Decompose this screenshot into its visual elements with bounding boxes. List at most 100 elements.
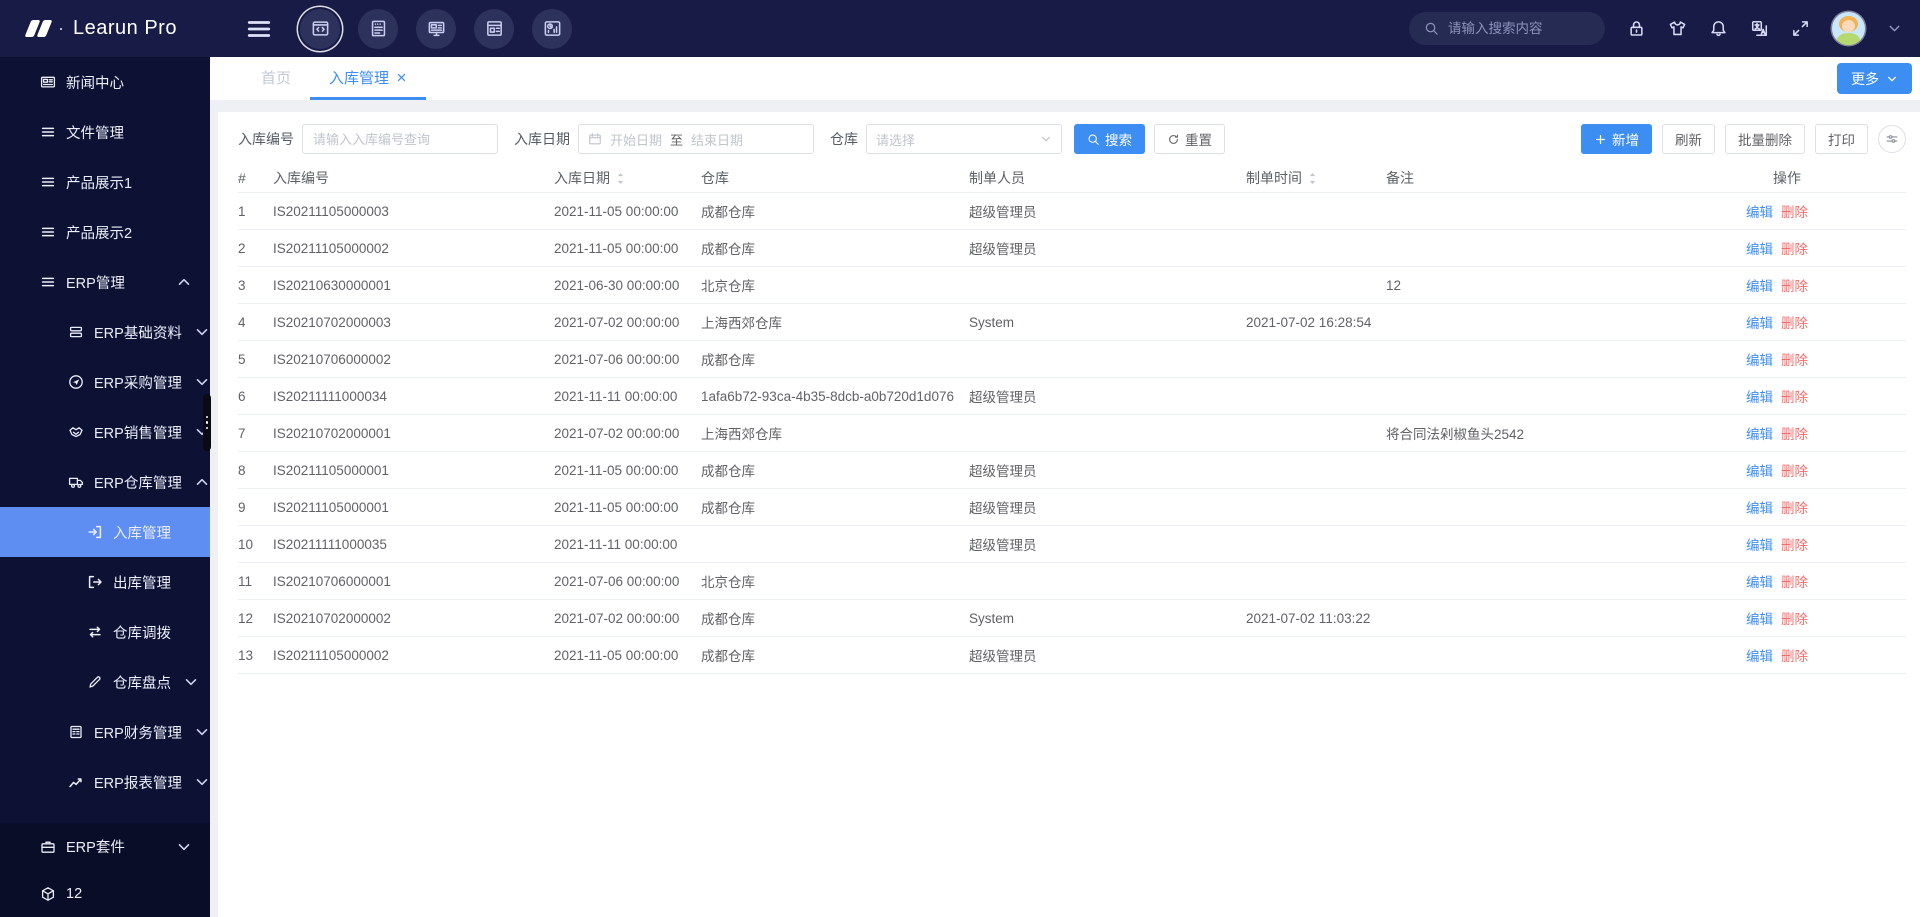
sidebar-item-产品展示2[interactable]: 产品展示2	[0, 207, 210, 257]
avatar[interactable]	[1832, 12, 1865, 45]
sidebar-item-文件管理[interactable]: 文件管理	[0, 107, 210, 157]
table-row: 8IS202111050000012021-11-05 00:00:00成都仓库…	[238, 452, 1906, 489]
sidebar-item-ERP销售管理[interactable]: ERP销售管理	[0, 407, 210, 457]
lock-icon[interactable]	[1627, 19, 1646, 38]
code-filter-input[interactable]	[302, 124, 498, 154]
edit-link[interactable]: 编辑	[1746, 386, 1773, 406]
warehouse: 成都仓库	[701, 460, 969, 480]
sidebar-item-新闻中心[interactable]: 新闻中心	[0, 57, 210, 107]
edit-link[interactable]: 编辑	[1746, 571, 1773, 591]
entry-date: 2021-07-06 00:00:00	[554, 352, 701, 367]
more-button[interactable]: 更多	[1837, 63, 1912, 94]
handshake-icon	[68, 424, 84, 440]
global-search[interactable]	[1409, 12, 1605, 45]
edit-link[interactable]: 编辑	[1746, 460, 1773, 480]
sidebar-item-ERP套件[interactable]: ERP套件	[0, 823, 210, 870]
sidebar-item-12[interactable]: 12	[0, 870, 210, 917]
print-button[interactable]: 打印	[1815, 124, 1868, 154]
edit-link[interactable]: 编辑	[1746, 312, 1773, 332]
sidebar-item-仓库调拨[interactable]: 仓库调拨	[0, 607, 210, 657]
warehouse-select-placeholder: 请选择	[876, 130, 915, 149]
sidebar-item-出库管理[interactable]: 出库管理	[0, 557, 210, 607]
global-search-input[interactable]	[1448, 21, 1588, 36]
delete-link[interactable]: 删除	[1781, 238, 1808, 258]
edit-link[interactable]: 编辑	[1746, 349, 1773, 369]
row-index: 7	[238, 426, 273, 441]
fullscreen-icon[interactable]	[1791, 19, 1810, 38]
delete-link[interactable]: 删除	[1781, 608, 1808, 628]
sidebar-item-ERP财务管理[interactable]: ERP财务管理	[0, 707, 210, 757]
creator: 超级管理员	[969, 238, 1246, 258]
delete-link[interactable]: 删除	[1781, 534, 1808, 554]
warehouse-select[interactable]: 请选择	[866, 124, 1062, 154]
refresh-button[interactable]: 刷新	[1662, 124, 1715, 154]
tab-inbound-management[interactable]: 入库管理	[310, 57, 426, 100]
edit-link[interactable]: 编辑	[1746, 238, 1773, 258]
reset-button[interactable]: 重置	[1154, 124, 1225, 154]
edit-link[interactable]: 编辑	[1746, 275, 1773, 295]
edit-link[interactable]: 编辑	[1746, 645, 1773, 665]
entry-code: IS20211105000003	[273, 204, 554, 219]
delete-link[interactable]: 删除	[1781, 423, 1808, 443]
app-button-app-chart[interactable]	[532, 9, 572, 49]
column-settings-button[interactable]	[1878, 125, 1906, 153]
truck-icon	[68, 474, 84, 490]
briefcase-icon	[40, 839, 56, 855]
app-button-app-code[interactable]	[300, 9, 340, 49]
translate-icon[interactable]	[1750, 19, 1769, 38]
delete-link[interactable]: 删除	[1781, 349, 1808, 369]
warehouse: 成都仓库	[701, 497, 969, 517]
sidebar-item-入库管理[interactable]: 入库管理	[0, 507, 210, 557]
entry-code: IS20210702000001	[273, 426, 554, 441]
content-panel: 入库编号 入库日期 开始日期 至 结束日期 仓库 请选择 搜索 重置	[218, 112, 1920, 917]
edit-link[interactable]: 编辑	[1746, 608, 1773, 628]
sidebar-item-ERP管理[interactable]: ERP管理	[0, 257, 210, 307]
tab-home[interactable]: 首页	[242, 57, 310, 100]
edit-link[interactable]: 编辑	[1746, 201, 1773, 221]
column-header-5[interactable]: 制单时间	[1246, 168, 1386, 188]
row-actions: 编辑删除	[1746, 201, 1906, 221]
add-button[interactable]: 新增	[1581, 124, 1652, 154]
sidebar-drag-handle[interactable]	[203, 394, 211, 451]
plane-icon	[68, 374, 84, 390]
chevron-down-icon	[194, 724, 210, 740]
app-button-app-monitor[interactable]	[416, 9, 456, 49]
delete-link[interactable]: 删除	[1781, 645, 1808, 665]
delete-link[interactable]: 删除	[1781, 201, 1808, 221]
chevron-down-icon[interactable]	[1887, 21, 1902, 36]
batch-delete-button[interactable]: 批量删除	[1725, 124, 1805, 154]
row-actions: 编辑删除	[1746, 534, 1906, 554]
edit-link[interactable]: 编辑	[1746, 423, 1773, 443]
pencil-icon	[87, 674, 103, 690]
edit-link[interactable]: 编辑	[1746, 534, 1773, 554]
app-button-app-book[interactable]	[474, 9, 514, 49]
delete-link[interactable]: 删除	[1781, 497, 1808, 517]
column-header-2[interactable]: 入库日期	[554, 168, 701, 188]
search-button[interactable]: 搜索	[1074, 124, 1145, 154]
delete-link[interactable]: 删除	[1781, 460, 1808, 480]
hamburger-menu-icon[interactable]	[246, 16, 272, 42]
delete-link[interactable]: 删除	[1781, 312, 1808, 332]
entry-date: 2021-07-06 00:00:00	[554, 574, 701, 589]
sidebar-item-仓库盘点[interactable]: 仓库盘点	[0, 657, 210, 707]
sidebar-item-产品展示1[interactable]: 产品展示1	[0, 157, 210, 207]
sidebar-item-ERP采购管理[interactable]: ERP采购管理	[0, 357, 210, 407]
delete-link[interactable]: 删除	[1781, 571, 1808, 591]
close-icon[interactable]	[396, 72, 407, 83]
delete-link[interactable]: 删除	[1781, 386, 1808, 406]
shirt-icon[interactable]	[1668, 19, 1687, 38]
app-button-app-doc[interactable]	[358, 9, 398, 49]
sidebar-item-ERP基础资料[interactable]: ERP基础资料	[0, 307, 210, 357]
edit-link[interactable]: 编辑	[1746, 497, 1773, 517]
warehouse: 成都仓库	[701, 238, 969, 258]
list-icon	[40, 124, 56, 140]
cube-icon	[40, 886, 56, 902]
delete-link[interactable]: 删除	[1781, 275, 1808, 295]
sidebar-item-ERP仓库管理[interactable]: ERP仓库管理	[0, 457, 210, 507]
remark: 12	[1386, 278, 1746, 293]
date-range-picker[interactable]: 开始日期 至 结束日期	[578, 124, 814, 154]
bell-icon[interactable]	[1709, 19, 1728, 38]
column-header-1: 入库编号	[273, 168, 554, 188]
sidebar-item-ERP报表管理[interactable]: ERP报表管理	[0, 757, 210, 807]
column-header-label: 仓库	[701, 168, 729, 188]
